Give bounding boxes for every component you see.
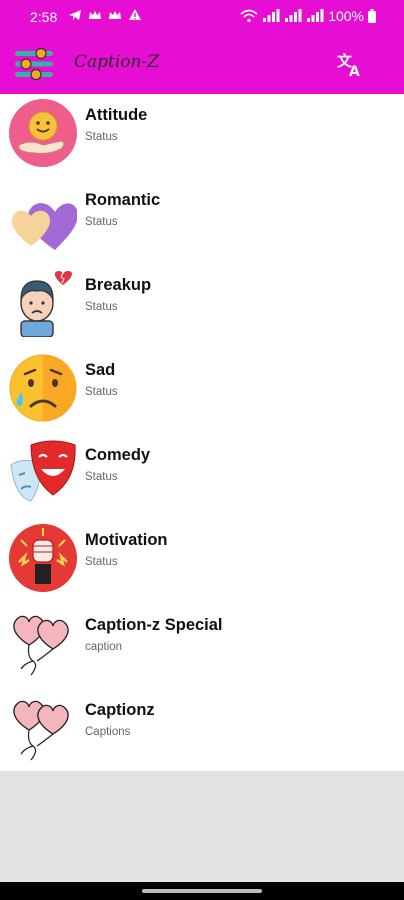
wifi-icon	[240, 9, 258, 23]
status-bar: 2:58 100%	[0, 0, 404, 34]
list-item[interactable]: Comedy Status	[0, 434, 404, 519]
list-item-title: Attitude	[85, 106, 148, 124]
crying-face-icon	[9, 354, 77, 422]
list-item[interactable]: Attitude Status	[0, 94, 404, 179]
signal-icon	[263, 9, 280, 22]
list-item-subtitle: Status	[85, 386, 118, 398]
translate-icon[interactable]: 文 A	[336, 50, 364, 78]
battery-icon	[368, 9, 376, 23]
list-item[interactable]: Caption-z Special caption	[0, 604, 404, 689]
signal-icon	[307, 9, 324, 22]
heart-balloons-icon	[13, 700, 69, 761]
home-gesture-handle[interactable]	[142, 889, 262, 893]
list-item-subtitle: Status	[85, 301, 118, 313]
list-item-title: Captionz	[85, 701, 155, 719]
list-item[interactable]: Romantic Status	[0, 179, 404, 264]
list-item-title: Breakup	[85, 276, 152, 294]
telegram-icon	[69, 10, 81, 20]
app-title: Caption-Z	[74, 52, 160, 72]
list-item-subtitle: Status	[85, 471, 118, 483]
navigation-bar	[0, 882, 404, 900]
list-item[interactable]: Breakup Status	[0, 264, 404, 349]
theater-masks-icon	[10, 440, 76, 502]
category-list: Attitude Status Romantic Status Breakup …	[0, 94, 404, 771]
sad-boy-broken-heart-icon	[20, 271, 73, 337]
list-item-title: Romantic	[85, 191, 161, 209]
battery-percent: 100%	[328, 8, 364, 24]
list-item-subtitle: Captions	[85, 726, 131, 738]
list-item-subtitle: Status	[85, 216, 118, 228]
crown-icon	[109, 11, 121, 19]
warning-icon	[129, 9, 141, 20]
list-item[interactable]: Captionz Captions	[0, 689, 404, 774]
app-bar: Caption-Z 文 A	[0, 34, 404, 94]
hearts-icon	[11, 203, 77, 250]
status-time: 2:58	[30, 9, 58, 25]
smiley-hand-icon	[9, 99, 77, 167]
list-item-title: Motivation	[85, 531, 168, 549]
filter-menu-icon[interactable]	[12, 46, 58, 82]
crown-icon	[89, 11, 101, 19]
signal-icon	[285, 9, 302, 22]
list-item-title: Sad	[85, 361, 116, 379]
list-item-subtitle: Status	[85, 131, 118, 143]
list-item[interactable]: Sad Status	[0, 349, 404, 434]
list-item-subtitle: caption	[85, 641, 123, 653]
raised-fist-icon	[9, 524, 77, 592]
heart-balloons-icon	[13, 615, 69, 676]
list-item[interactable]: Motivation Status	[0, 519, 404, 604]
list-item-title: Caption-z Special	[85, 616, 223, 634]
list-item-subtitle: Status	[85, 556, 118, 568]
list-item-title: Comedy	[85, 446, 151, 464]
svg-text:A: A	[349, 64, 360, 78]
